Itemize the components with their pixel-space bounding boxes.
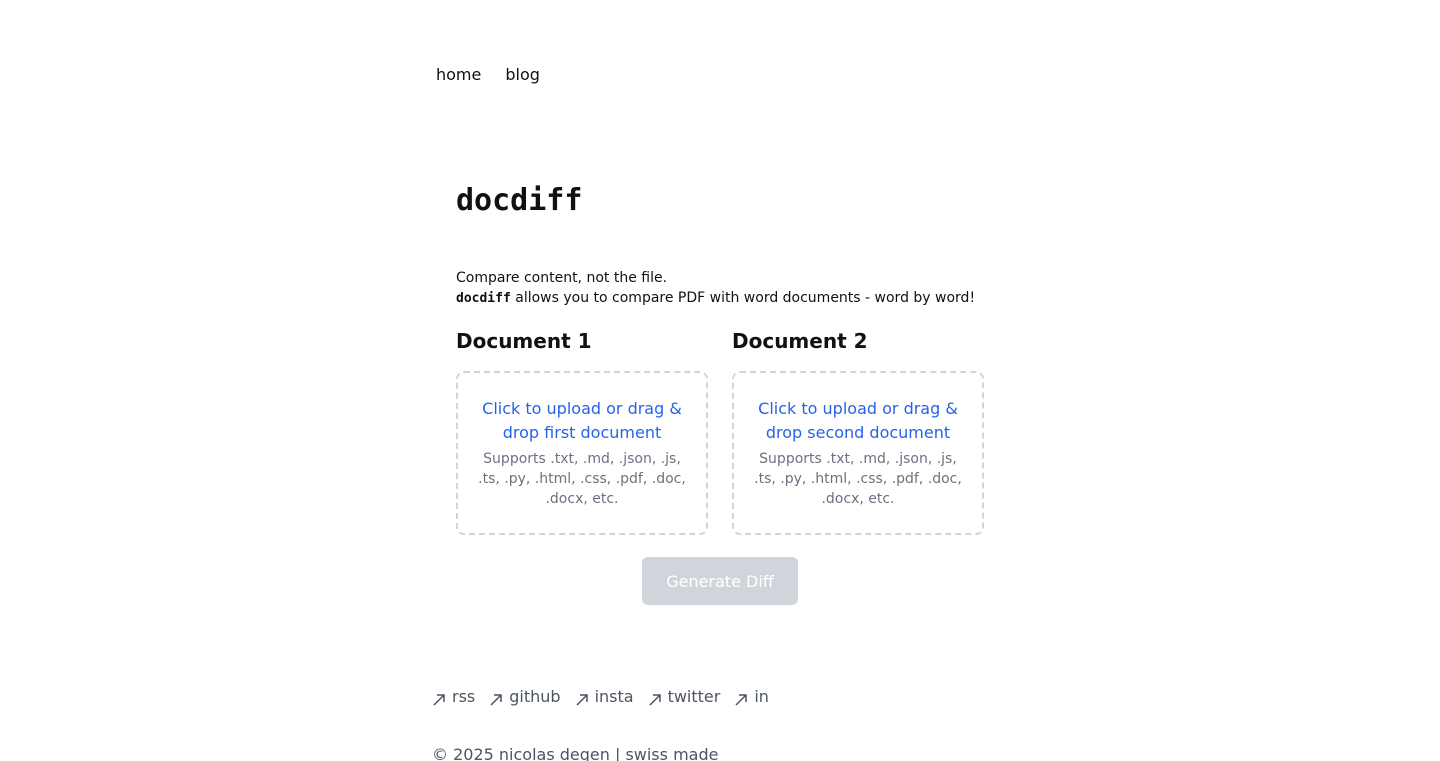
document-1-upload-cta[interactable]: Click to upload or drag & drop first doc… [478,397,686,445]
document-2-heading: Document 2 [732,329,868,353]
main-content: docdiff Compare content, not the file. d… [456,180,996,535]
footer-link-insta[interactable]: insta [575,686,634,708]
intro-description: docdiff allows you to compare PDF with w… [456,288,996,309]
nav-blog-link[interactable]: blog [505,64,540,86]
copyright-text: © 2025 nicolas degen | swiss made [432,745,719,761]
footer-link-twitter[interactable]: twitter [648,686,721,708]
arrow-up-right-icon [433,693,445,706]
footer-link-label: insta [594,687,634,706]
document-2-supported-formats: Supports .txt, .md, .json, .js, .ts, .py… [754,451,962,507]
document-2-column: Document 2 Click to upload or drag & dro… [732,329,984,535]
arrow-up-right-icon [735,693,748,706]
document-2-upload-cta[interactable]: Click to upload or drag & drop second do… [754,397,962,445]
footer-link-linkedin[interactable]: in [734,686,769,708]
footer-link-rss[interactable]: rss [432,686,475,708]
footer-link-github[interactable]: github [489,686,561,708]
arrow-up-right-icon [649,693,661,706]
document-1-supported-formats: Supports .txt, .md, .json, .js, .ts, .py… [478,451,686,507]
arrow-up-right-icon [490,693,502,706]
footer-link-label: rss [452,687,476,706]
footer-link-label: github [509,687,561,706]
document-2-dropzone[interactable]: Click to upload or drag & drop second do… [732,371,984,535]
page-title: docdiff [456,183,583,218]
actions-bar: Generate Diff [642,557,798,605]
intro-description-text: allows you to compare PDF with word docu… [510,290,976,306]
social-links: rss github insta twitter in [432,686,769,708]
document-1-column: Document 1 Click to upload or drag & dro… [456,329,708,535]
intro-brand: docdiff [456,291,511,306]
intro-tagline: Compare content, not the file. [456,270,668,286]
intro-text: Compare content, not the file. docdiff a… [456,268,996,309]
document-1-heading: Document 1 [456,329,592,353]
documents-section: Document 1 Click to upload or drag & dro… [456,329,996,535]
footer-link-label: in [754,687,769,706]
top-nav: home blog [436,64,540,86]
arrow-up-right-icon [576,693,588,706]
document-1-dropzone[interactable]: Click to upload or drag & drop first doc… [456,371,708,535]
nav-home-link[interactable]: home [436,64,481,86]
generate-diff-button[interactable]: Generate Diff [642,557,798,605]
footer-link-label: twitter [667,687,721,706]
page: home blog docdiff Compare content, not t… [0,0,1440,761]
